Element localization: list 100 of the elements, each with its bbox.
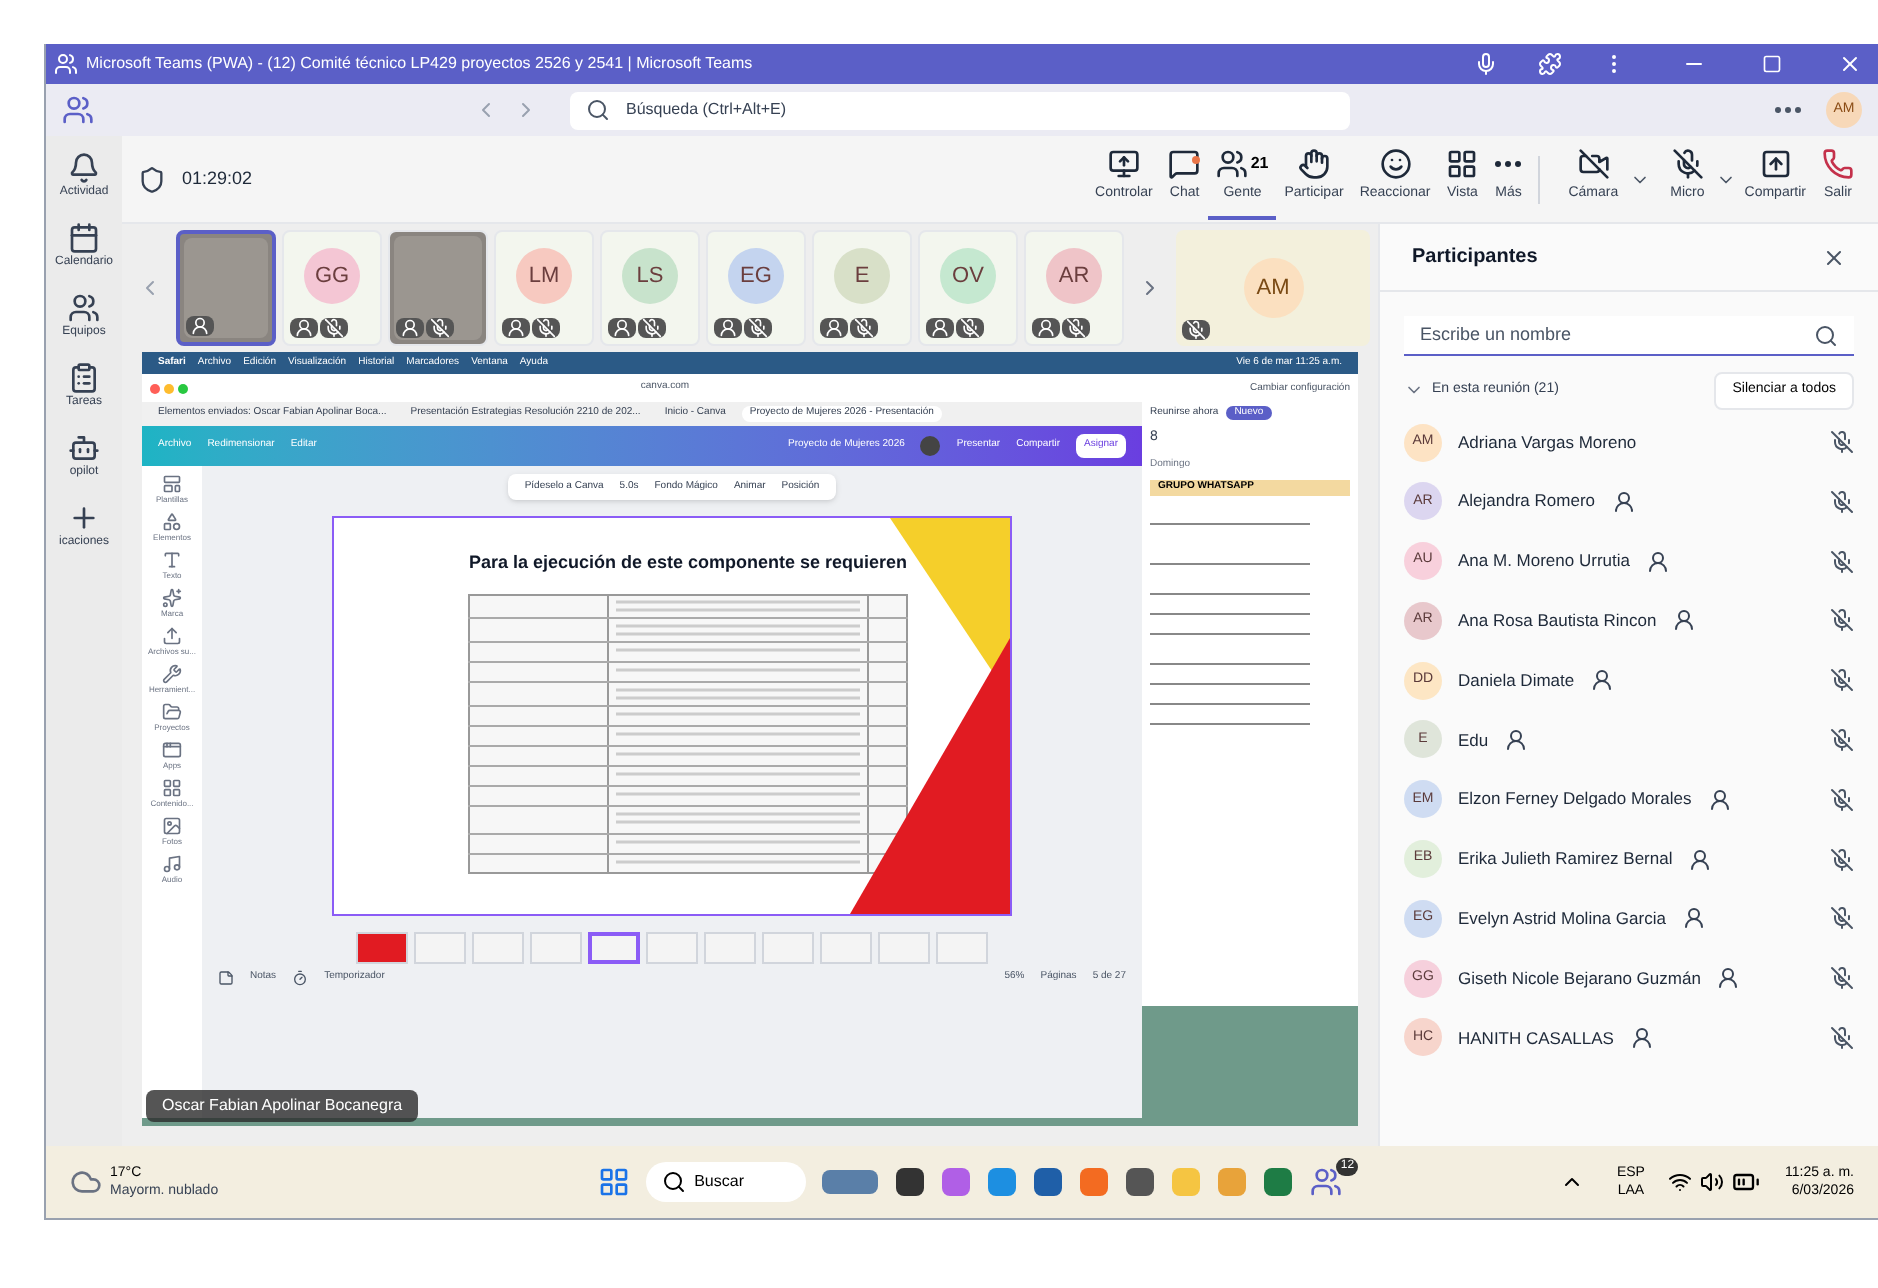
- participant-tile[interactable]: AR: [1024, 230, 1124, 346]
- more-icon[interactable]: [1774, 106, 1802, 114]
- mic-off-icon[interactable]: [1830, 608, 1854, 633]
- search-input[interactable]: Búsqueda (Ctrl+Alt+E): [626, 98, 1334, 122]
- person-icon: [1504, 727, 1529, 752]
- camera-off-icon: [1577, 148, 1610, 181]
- participant-name[interactable]: Ana M. Moreno Urrutia: [1458, 548, 1630, 574]
- folder-icon[interactable]: [161, 702, 182, 722]
- participant-name[interactable]: Ana Rosa Bautista Rincon: [1458, 608, 1657, 634]
- search-field[interactable]: Búsqueda (Ctrl+Alt+E): [570, 91, 1350, 129]
- avatar: E: [834, 248, 890, 304]
- template-icon[interactable]: [161, 474, 182, 494]
- smiley-icon: [1379, 148, 1412, 181]
- name-search-input[interactable]: Escribe un nombre: [1420, 321, 1814, 349]
- bot-icon[interactable]: [68, 432, 100, 464]
- grid-icon[interactable]: [161, 778, 182, 798]
- puzzle-icon[interactable]: [1538, 52, 1562, 76]
- participant-tile[interactable]: E: [812, 230, 912, 346]
- avatar: AR: [1046, 248, 1102, 304]
- guest-badge: [926, 318, 954, 338]
- person-icon: [1672, 608, 1697, 633]
- bell-icon[interactable]: [67, 152, 100, 184]
- app-icon: [54, 52, 78, 76]
- participant-name[interactable]: Erika Julieth Ramirez Bernal: [1458, 846, 1673, 872]
- search-icon: [1814, 323, 1838, 347]
- participant-name[interactable]: Daniela Dimate: [1458, 667, 1575, 694]
- chat-icon: [1168, 148, 1201, 181]
- participant-name[interactable]: HANITH CASALLAS: [1458, 1025, 1614, 1051]
- avatar: LM: [516, 248, 572, 304]
- app-icon[interactable]: [1034, 1168, 1063, 1196]
- participant-tile[interactable]: LM: [494, 230, 594, 346]
- close-icon[interactable]: [1822, 245, 1846, 269]
- more-icon[interactable]: [1494, 160, 1523, 169]
- guest-badge: [714, 318, 742, 338]
- muted-badge: [1062, 318, 1090, 338]
- participant-name[interactable]: Edu: [1458, 727, 1489, 753]
- avatar: AM: [1243, 258, 1303, 318]
- mic-off-icon[interactable]: [1830, 727, 1854, 752]
- muted-badge: [320, 318, 348, 338]
- mic-off-icon[interactable]: [1830, 966, 1854, 991]
- avatar: GG: [304, 248, 360, 304]
- participant-name[interactable]: Evelyn Astrid Molina Garcia: [1458, 906, 1666, 932]
- app-icon[interactable]: [162, 740, 182, 760]
- maximize-icon[interactable]: [1762, 54, 1782, 74]
- hand-icon: [1298, 148, 1331, 181]
- name-search-field[interactable]: Escribe un nombre: [1404, 316, 1854, 356]
- muted-badge: [850, 318, 878, 338]
- participant-tile[interactable]: OV: [918, 230, 1018, 346]
- meeting-timer: 01:29:02: [182, 165, 253, 192]
- plus-icon[interactable]: [67, 502, 100, 534]
- slide-title: Para la ejecución de este componente se requieren: [468, 550, 908, 576]
- mic-off-icon[interactable]: [1830, 906, 1854, 931]
- app-icon[interactable]: [1126, 1168, 1155, 1196]
- window-title: Microsoft Teams (PWA) - (12) Comité técnico LP429 proyectos 2526 y 2541 | Microsoft Teams: [86, 52, 753, 76]
- participant-tile[interactable]: [176, 230, 276, 346]
- participant-tile[interactable]: GG: [282, 230, 382, 346]
- avatar: [920, 436, 941, 456]
- people-icon: [1216, 148, 1249, 181]
- person-icon: [1611, 489, 1636, 514]
- avatar: OV: [940, 248, 996, 304]
- guest-badge: [1032, 318, 1060, 338]
- search-icon: [586, 98, 610, 122]
- participant-tile[interactable]: LS: [600, 230, 700, 346]
- mic-off-icon[interactable]: [1830, 1025, 1854, 1050]
- sparkles-icon[interactable]: [162, 588, 182, 608]
- people-icon[interactable]: [68, 292, 100, 324]
- participant-name[interactable]: Adriana Vargas Moreno: [1458, 429, 1637, 455]
- mic-off-icon[interactable]: [1830, 668, 1854, 693]
- person-icon: [1645, 549, 1670, 574]
- mic-off-icon[interactable]: [1830, 787, 1854, 812]
- volume-icon[interactable]: [1700, 1170, 1725, 1194]
- mic-icon[interactable]: [1474, 52, 1498, 76]
- calendar-icon[interactable]: [68, 222, 100, 254]
- participant-name[interactable]: Elzon Ferney Delgado Morales: [1458, 786, 1692, 813]
- teams-icon[interactable]: [1310, 1166, 1343, 1198]
- participant-tile[interactable]: EG: [706, 230, 806, 346]
- note-icon: [218, 970, 234, 986]
- clipboard-icon[interactable]: [67, 362, 100, 394]
- music-icon[interactable]: [161, 854, 182, 874]
- page-thumbnail[interactable]: [588, 932, 640, 964]
- mic-off-icon[interactable]: [1830, 549, 1854, 574]
- close-icon[interactable]: [1838, 52, 1862, 76]
- battery-icon[interactable]: [1732, 1168, 1761, 1196]
- upload-icon[interactable]: [161, 626, 182, 646]
- mic-off-icon[interactable]: [1830, 489, 1854, 514]
- mic-off-icon[interactable]: [1830, 847, 1854, 872]
- participant-name[interactable]: Alejandra Romero: [1458, 488, 1596, 515]
- shapes-icon[interactable]: [162, 512, 182, 532]
- participant-tile[interactable]: AM: [1176, 230, 1370, 346]
- app-icon[interactable]: [896, 1168, 925, 1196]
- participant-name[interactable]: Giseth Nicole Bejarano Guzmán: [1458, 965, 1701, 992]
- wrench-icon[interactable]: [162, 664, 182, 684]
- muted-badge: [744, 318, 772, 338]
- text-icon[interactable]: [162, 550, 182, 570]
- mic-off-icon[interactable]: [1830, 430, 1854, 454]
- taskbar-search[interactable]: Buscar: [646, 1162, 807, 1202]
- person-icon: [1590, 668, 1615, 693]
- image-icon[interactable]: [161, 816, 182, 836]
- start-icon[interactable]: [598, 1166, 631, 1198]
- window-controls-icon[interactable]: [150, 383, 188, 393]
